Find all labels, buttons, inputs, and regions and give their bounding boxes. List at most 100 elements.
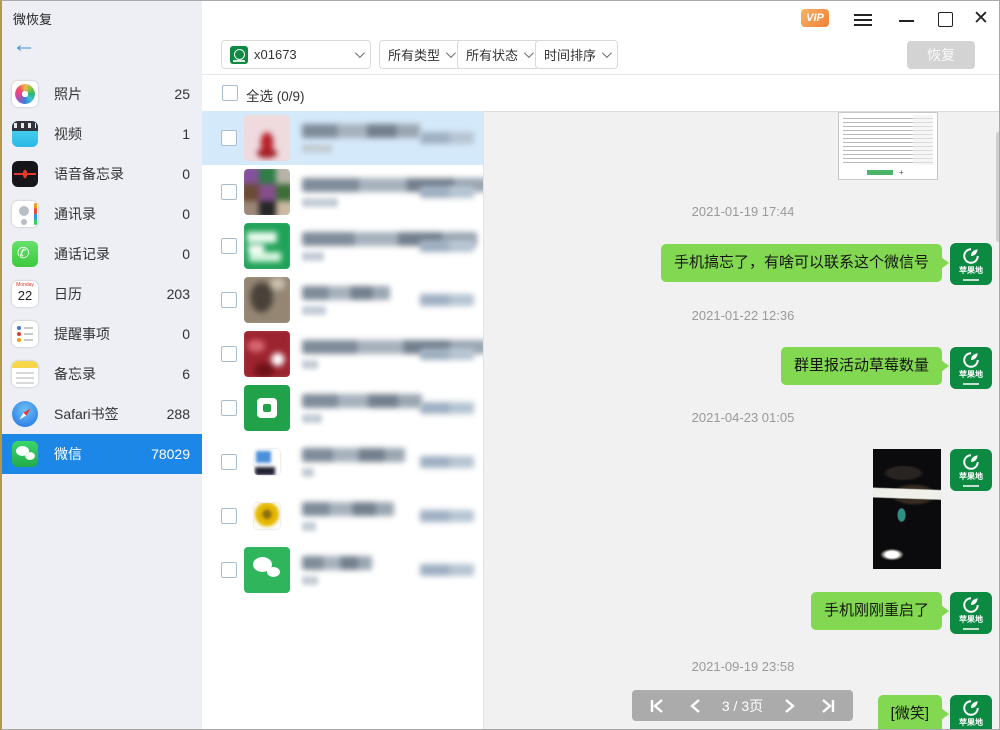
pagination-bar: 3 / 3页 <box>632 690 853 721</box>
sidebar-item-count: 0 <box>182 326 190 342</box>
account-brand-icon <box>230 46 248 64</box>
page-indicator: 3 / 3页 <box>722 696 763 716</box>
sidebar-item-count: 6 <box>182 366 190 382</box>
sidebar-item-call-log[interactable]: 通话记录 0 <box>2 234 202 274</box>
chevron-down-icon <box>355 48 365 58</box>
status-filter-dropdown[interactable]: 所有状态 <box>457 40 540 69</box>
censored-date <box>420 348 474 360</box>
censored-contact-name <box>302 556 372 570</box>
row-checkbox[interactable] <box>221 508 237 524</box>
menu-icon[interactable] <box>850 7 876 31</box>
censored-badge <box>302 198 338 207</box>
conversation-list <box>202 111 483 730</box>
sidebar-item-label: 微信 <box>54 444 151 464</box>
select-all-checkbox[interactable] <box>222 85 238 101</box>
voice-memos-icon <box>12 161 38 187</box>
censored-contact-name <box>302 124 420 138</box>
censored-badge <box>302 306 326 315</box>
green-total-text <box>867 170 893 175</box>
censored-contact-name <box>302 286 390 300</box>
contact-avatar <box>244 115 290 161</box>
photo-message[interactable] <box>873 449 941 569</box>
row-checkbox[interactable] <box>221 238 237 254</box>
conversation-row[interactable] <box>202 165 483 219</box>
vip-badge[interactable]: VIP <box>801 9 829 27</box>
sort-dropdown-value: 时间排序 <box>544 45 596 64</box>
censored-date <box>420 186 474 198</box>
sidebar-item-count: 0 <box>182 246 190 262</box>
first-page-button[interactable] <box>646 697 668 715</box>
wechat-team-avatar <box>244 547 290 593</box>
minimize-button[interactable] <box>894 7 920 31</box>
row-checkbox[interactable] <box>221 130 237 146</box>
conversation-row[interactable] <box>202 273 483 327</box>
conversation-row[interactable] <box>202 543 483 597</box>
row-checkbox[interactable] <box>221 400 237 416</box>
sidebar-item-count: 203 <box>167 286 190 302</box>
sidebar-item-label: 备忘录 <box>54 364 182 384</box>
sender-avatar: 苹果地 <box>950 695 992 730</box>
row-checkbox[interactable] <box>221 346 237 362</box>
back-arrow-icon[interactable]: ← <box>12 33 36 57</box>
status-filter-value: 所有状态 <box>466 45 518 64</box>
row-checkbox[interactable] <box>221 454 237 470</box>
official-account-avatar <box>244 385 290 431</box>
chevron-down-icon <box>446 48 456 58</box>
message-timestamp: 2021-01-19 17:44 <box>484 204 1000 219</box>
avatar-brand-label: 苹果地 <box>950 718 992 727</box>
type-filter-value: 所有类型 <box>388 45 440 64</box>
sidebar-item-contacts[interactable]: 通讯录 0 <box>2 194 202 234</box>
account-dropdown-value: x01673 <box>254 47 297 62</box>
last-page-button[interactable] <box>817 697 839 715</box>
conversation-row[interactable] <box>202 381 483 435</box>
sidebar-item-wechat[interactable]: 微信 78029 <box>2 434 202 474</box>
chat-scrollbar[interactable] <box>996 132 1000 242</box>
maximize-button[interactable] <box>932 7 958 31</box>
conversation-row[interactable] <box>202 489 483 543</box>
row-checkbox[interactable] <box>221 184 237 200</box>
previous-page-button[interactable] <box>684 697 706 715</box>
censored-badge <box>302 522 316 531</box>
sidebar-item-videos[interactable]: 视频 1 <box>2 114 202 154</box>
conversation-row[interactable] <box>202 435 483 489</box>
close-button[interactable]: ✕ <box>968 7 994 31</box>
conversation-row[interactable] <box>202 111 483 165</box>
notes-icon <box>12 361 38 387</box>
account-dropdown[interactable]: x01673 <box>221 40 371 69</box>
table-screenshot-message[interactable]: + <box>838 112 938 180</box>
row-checkbox[interactable] <box>221 562 237 578</box>
sort-dropdown[interactable]: 时间排序 <box>535 40 618 69</box>
recover-button[interactable]: 恢复 <box>907 41 975 69</box>
sidebar-item-photos[interactable]: 照片 25 <box>2 74 202 114</box>
type-filter-dropdown[interactable]: 所有类型 <box>379 40 462 69</box>
sidebar-item-notes[interactable]: 备忘录 6 <box>2 354 202 394</box>
sidebar-item-safari-bookmarks[interactable]: Safari书签 288 <box>2 394 202 434</box>
sidebar-item-reminders[interactable]: 提醒事项 0 <box>2 314 202 354</box>
censored-badge <box>302 468 314 477</box>
censored-date <box>420 402 474 414</box>
censored-badge <box>302 252 324 261</box>
next-page-button[interactable] <box>779 697 801 715</box>
sidebar-item-count: 288 <box>167 406 190 422</box>
sidebar-item-calendar[interactable]: Monday 22 日历 203 <box>2 274 202 314</box>
censored-date <box>420 510 474 522</box>
chat-message-panel: + 2021-01-19 17:44 手机搞忘了，有啥可以联系这个微信号 苹果地… <box>483 111 1000 730</box>
sidebar: 微恢复 ← 照片 25 视频 1 语音备忘录 0 通讯录 0 通话记录 0 <box>2 1 202 730</box>
sidebar-item-voice-memos[interactable]: 语音备忘录 0 <box>2 154 202 194</box>
reminders-icon <box>12 321 38 347</box>
message-timestamp: 2021-04-23 01:05 <box>484 410 1000 425</box>
contact-avatar <box>254 503 280 529</box>
sidebar-item-label: 通话记录 <box>54 244 182 264</box>
calendar-icon: Monday 22 <box>12 281 38 307</box>
conversation-row[interactable] <box>202 219 483 273</box>
sidebar-item-label: 通讯录 <box>54 204 182 224</box>
sidebar-item-label: Safari书签 <box>54 404 167 424</box>
avatar-brand-label: 苹果地 <box>950 266 992 275</box>
contact-avatar <box>254 449 280 475</box>
sidebar-item-label: 提醒事项 <box>54 324 182 344</box>
censored-contact-name <box>302 448 405 462</box>
censored-badge <box>302 414 322 423</box>
conversation-row[interactable] <box>202 327 483 381</box>
censored-contact-name <box>302 502 394 516</box>
row-checkbox[interactable] <box>221 292 237 308</box>
